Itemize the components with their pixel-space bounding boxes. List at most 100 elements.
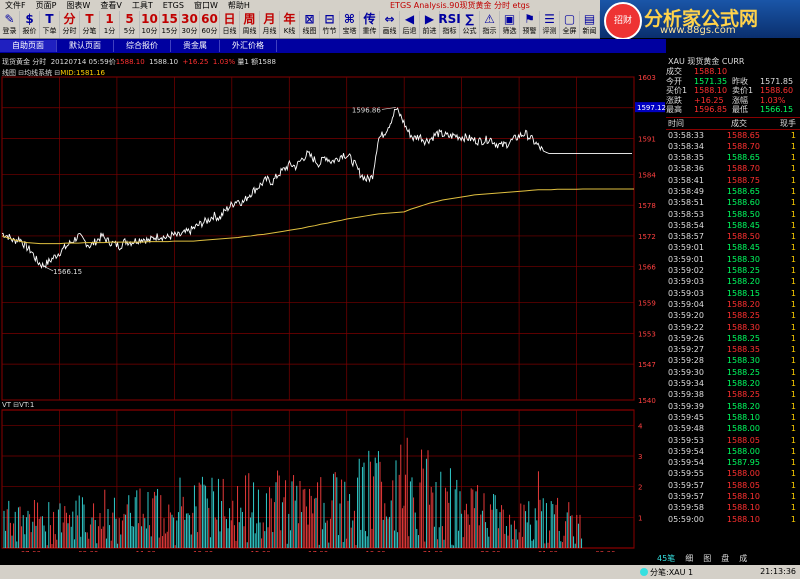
tick-price: 1588.30 <box>726 356 760 366</box>
tick-row[interactable]: 03:59:22 1588.30 1 <box>666 322 800 333</box>
tick-row[interactable]: 03:59:30 1588.25 1 <box>666 367 800 378</box>
price-axis-label: 1603 <box>638 74 656 82</box>
tick-row[interactable]: 03:59:34 1588.20 1 <box>666 378 800 389</box>
tick-row[interactable]: 03:59:01 1588.45 1 <box>666 242 800 253</box>
time-axis-label: 21:00 <box>423 550 443 552</box>
price-volume-chart[interactable]: 1603159715911584157815721566155915531547… <box>0 0 666 552</box>
tick-time: 03:59:01 <box>668 254 704 264</box>
tick-row[interactable]: 03:59:39 1588.20 1 <box>666 401 800 412</box>
tick-row[interactable]: 03:59:03 1588.20 1 <box>666 276 800 287</box>
tick-price: 1588.05 <box>726 480 760 490</box>
tick-time: 03:58:41 <box>668 175 704 185</box>
quote-panel: XAU 现货黄金 CURR 成交 1588.10 今开 1571.35 昨收 1571.8… <box>666 56 800 551</box>
vt-legend: VT ⊟VT:1 <box>2 401 35 409</box>
tick-row[interactable]: 03:58:35 1588.65 1 <box>666 152 800 163</box>
tick-row[interactable]: 03:59:57 1588.10 1 <box>666 491 800 502</box>
tick-row[interactable]: 03:58:33 1588.65 1 <box>666 130 800 141</box>
tick-row[interactable]: 03:59:45 1588.10 1 <box>666 412 800 423</box>
tick-time: 03:59:27 <box>668 345 704 355</box>
tick-time: 03:59:39 <box>668 401 704 411</box>
tick-row[interactable]: 03:58:57 1588.50 1 <box>666 231 800 242</box>
tick-row[interactable]: 03:59:03 1588.15 1 <box>666 288 800 299</box>
quote-k1-0: 成交 <box>666 67 682 76</box>
tick-row[interactable]: 03:59:27 1588.35 1 <box>666 344 800 355</box>
tick-volume: 1 <box>790 480 796 490</box>
quote-k2-3: 涨幅 <box>732 95 748 105</box>
tick-price: 1588.65 <box>726 186 760 196</box>
quote-grid: 成交 1588.10 今开 1571.35 昨收 1571.85 买价1 1588.10 卖价1… <box>666 67 800 115</box>
tick-row[interactable]: 03:59:55 1588.00 1 <box>666 468 800 479</box>
tick-row[interactable]: 03:58:49 1588.65 1 <box>666 186 800 197</box>
status-bar: 分笔:XAU 1 21:13:36 <box>0 565 800 579</box>
tick-row[interactable]: 03:59:48 1588.00 1 <box>666 423 800 434</box>
price-axis-label: 1559 <box>638 300 656 308</box>
bottom-tab-1[interactable]: 细 <box>680 553 698 563</box>
quote-v2-0 <box>760 67 798 77</box>
tick-row[interactable]: 03:59:01 1588.30 1 <box>666 254 800 265</box>
tick-volume: 1 <box>790 514 796 524</box>
tick-volume: 1 <box>790 503 796 513</box>
quote-header: XAU 现货黄金 CURR <box>668 57 745 66</box>
time-axis-label: 15:00 <box>251 550 271 552</box>
tick-row[interactable]: 05:59:00 1588.10 1 <box>666 514 800 525</box>
bottom-tab-0[interactable]: 45笔 <box>652 553 680 563</box>
tick-row[interactable]: 03:59:04 1588.20 1 <box>666 299 800 310</box>
tick-volume: 1 <box>790 141 796 151</box>
tick-time: 03:59:57 <box>668 480 704 490</box>
tick-volume: 1 <box>790 266 796 276</box>
tick-row[interactable]: 03:58:53 1588.50 1 <box>666 209 800 220</box>
tick-row[interactable]: 03:59:54 1587.95 1 <box>666 457 800 468</box>
tick-row[interactable]: 03:59:53 1588.05 1 <box>666 435 800 446</box>
tick-price: 1588.20 <box>726 379 760 389</box>
bottom-tab-4[interactable]: 成 <box>734 553 752 563</box>
tick-row[interactable]: 03:58:41 1588.75 1 <box>666 175 800 186</box>
tick-row[interactable]: 03:59:54 1588.00 1 <box>666 446 800 457</box>
tick-price: 1588.25 <box>726 390 760 400</box>
tick-time: 03:58:49 <box>668 186 704 196</box>
quote-v2-3: 1.03% <box>760 95 786 105</box>
tick-row[interactable]: 03:59:26 1588.25 1 <box>666 333 800 344</box>
tick-row[interactable]: 03:59:20 1588.25 1 <box>666 310 800 321</box>
tick-price: 1588.00 <box>726 424 760 434</box>
time-axis-label: 17:00 <box>308 550 328 552</box>
tick-volume: 1 <box>790 299 796 309</box>
tick-time: 03:58:53 <box>668 209 704 219</box>
price-axis-label: 1591 <box>638 136 656 144</box>
tick-row[interactable]: 03:59:57 1588.05 1 <box>666 480 800 491</box>
tick-row[interactable]: 03:59:02 1588.25 1 <box>666 265 800 276</box>
tick-price: 1588.10 <box>726 514 760 524</box>
tick-time: 05:59:00 <box>668 514 704 524</box>
tick-row[interactable]: 03:58:54 1588.45 1 <box>666 220 800 231</box>
tick-row[interactable]: 03:59:28 1588.30 1 <box>666 355 800 366</box>
tick-row[interactable]: 03:58:36 1588.70 1 <box>666 163 800 174</box>
tick-volume: 1 <box>790 458 796 468</box>
tick-volume: 1 <box>790 412 796 422</box>
tick-row[interactable]: 03:59:58 1588.10 1 <box>666 502 800 513</box>
tick-volume: 1 <box>790 277 796 287</box>
tick-price: 1588.25 <box>726 266 760 276</box>
quote-v2-1: 1571.85 <box>760 76 794 86</box>
ma-mid-value: MID:1581.16 <box>60 69 105 77</box>
tick-time: 03:59:54 <box>668 446 704 456</box>
bottom-tab-3[interactable]: 盘 <box>716 553 734 563</box>
volume-axis-label: 3 <box>638 453 642 461</box>
tick-price: 1588.25 <box>726 333 760 343</box>
status-indicator-icon <box>640 568 648 576</box>
tick-row[interactable]: 03:58:34 1588.70 1 <box>666 141 800 152</box>
vt-name: VT <box>2 401 12 409</box>
ticks-list[interactable]: 03:58:33 1588.65 1 03:58:34 1588.70 1 03:58:35… <box>666 130 800 525</box>
volume-axis-label: 4 <box>638 422 643 430</box>
ma-name: 均线系统 <box>24 69 53 77</box>
tick-price: 1588.45 <box>726 243 760 253</box>
quote-v1-1: 1571.35 <box>694 76 728 86</box>
tick-time: 03:58:36 <box>668 164 704 174</box>
price-line <box>1 107 632 269</box>
tick-row[interactable]: 03:59:38 1588.25 1 <box>666 389 800 400</box>
volume-axis-label: 2 <box>638 484 642 492</box>
bottom-tab-2[interactable]: 图 <box>698 553 716 563</box>
tick-price: 1588.70 <box>726 141 760 151</box>
quote-v1-0: 1588.10 <box>694 67 728 76</box>
tick-row[interactable]: 03:58:51 1588.60 1 <box>666 197 800 208</box>
price-axis-label: 1572 <box>638 233 656 241</box>
tick-volume: 1 <box>790 220 796 230</box>
